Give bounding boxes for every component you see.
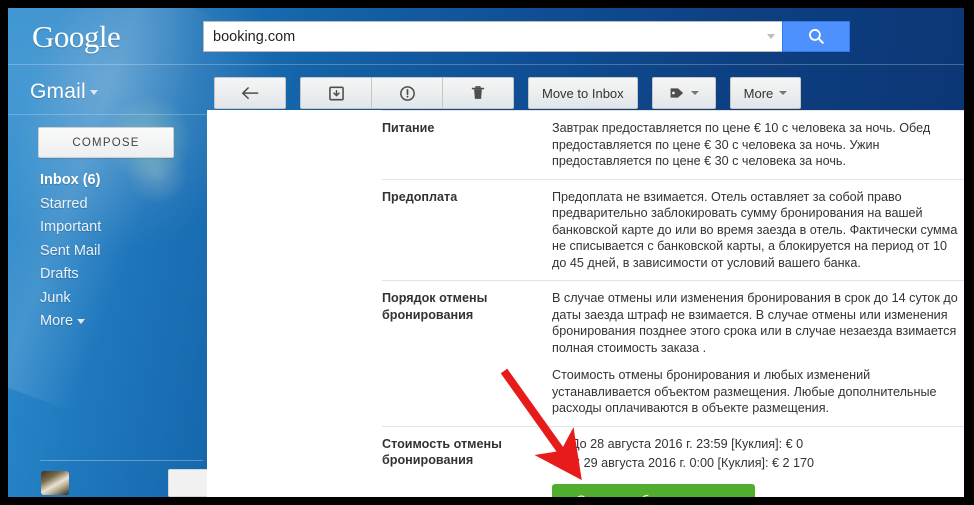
search-bar xyxy=(203,21,850,52)
google-logo: Google xyxy=(32,19,121,54)
message-details-table: Питание Завтрак предоставляется по цене … xyxy=(382,110,964,497)
back-arrow-icon xyxy=(241,86,258,99)
sidebar-item-more[interactable]: More xyxy=(40,310,101,334)
sidebar-item-label: Inbox (6) xyxy=(40,172,101,188)
chevron-down-icon[interactable] xyxy=(760,22,782,51)
compose-button-label: COMPOSE xyxy=(72,136,140,149)
chevron-down-icon xyxy=(89,89,98,95)
row-paragraph: Завтрак предоставляется по цене € 10 с ч… xyxy=(552,121,931,168)
toolbar-action-group xyxy=(300,77,514,109)
table-row: Порядок отмены бронирования В случае отм… xyxy=(382,280,964,426)
search-input-container[interactable] xyxy=(203,21,782,52)
delete-button[interactable] xyxy=(443,77,514,109)
more-button[interactable]: More xyxy=(729,77,802,109)
sidebar-item-label: Starred xyxy=(40,195,88,212)
sidebar-item-important[interactable]: Important xyxy=(40,216,101,240)
labels-button[interactable] xyxy=(651,77,716,109)
screenshot-root: Google Gmail xyxy=(0,0,974,505)
cancellation-cost-list: До 28 августа 2016 г. 23:59 [Куклия]: € … xyxy=(552,436,964,472)
row-body: Завтрак предоставляется по цене € 10 с ч… xyxy=(552,120,964,170)
sidebar-item-label: Important xyxy=(40,219,102,235)
label-tag-icon xyxy=(670,88,683,98)
message-body: Питание Завтрак предоставляется по цене … xyxy=(207,110,964,497)
table-row: Питание Завтрак предоставляется по цене … xyxy=(382,110,964,179)
sidebar-item-sent-mail[interactable]: Sent Mail xyxy=(40,240,101,264)
sidebar: COMPOSE Inbox (6) Starred Important Sent… xyxy=(8,115,216,497)
row-paragraph: Стоимость отмены бронирования и любых из… xyxy=(552,368,937,415)
row-label: Порядок отмены бронирования xyxy=(382,291,488,322)
top-bar-divider xyxy=(8,64,964,65)
more-button-label: More xyxy=(743,85,774,101)
list-item: До 28 августа 2016 г. 23:59 [Куклия]: € … xyxy=(571,436,964,453)
sidebar-item-inbox[interactable]: Inbox (6) xyxy=(40,169,101,193)
report-spam-icon xyxy=(399,85,415,101)
row-paragraph: Предоплата не взимается. Отель оставляет… xyxy=(552,189,958,270)
trash-icon xyxy=(471,86,485,99)
table-row-cancellation-cost: Стоимость отмены бронирования До 28 авгу… xyxy=(382,425,964,497)
sidebar-item-label: Junk xyxy=(40,289,71,306)
chevron-down-icon xyxy=(77,318,86,324)
cancel-booking-button[interactable]: Отменить бронь номера xyxy=(552,483,756,497)
sidebar-nav-list: Inbox (6) Starred Important Sent Mail Dr… xyxy=(40,169,101,334)
sidebar-item-starred[interactable]: Starred xyxy=(40,193,101,217)
chevron-down-icon xyxy=(690,91,699,95)
move-to-inbox-label: Move to Inbox xyxy=(542,85,624,101)
gmail-window: Google Gmail xyxy=(8,8,964,497)
chevron-down-icon xyxy=(779,91,788,95)
search-button[interactable] xyxy=(782,21,850,52)
sidebar-bottom-divider xyxy=(40,460,203,461)
search-input[interactable] xyxy=(204,23,760,50)
row-body: До 28 августа 2016 г. 23:59 [Куклия]: € … xyxy=(552,436,964,497)
sidebar-item-drafts[interactable]: Drafts xyxy=(40,263,101,287)
list-item: С 29 августа 2016 г. 0:00 [Куклия]: € 2 … xyxy=(571,455,964,472)
move-to-inbox-button[interactable]: Move to Inbox xyxy=(528,77,638,109)
sidebar-item-label: Sent Mail xyxy=(40,242,101,259)
sidebar-item-junk[interactable]: Junk xyxy=(40,287,101,311)
row-label: Предоплата xyxy=(382,189,458,204)
gmail-menu-label: Gmail xyxy=(30,80,86,103)
sidebar-item-label: More xyxy=(40,313,74,329)
avatar[interactable] xyxy=(41,471,69,495)
report-spam-button[interactable] xyxy=(372,77,443,109)
row-label: Питание xyxy=(382,121,435,135)
top-bar: Google xyxy=(8,8,964,64)
gmail-menu[interactable]: Gmail xyxy=(30,80,98,104)
table-row: Предоплата Предоплата не взимается. Отел… xyxy=(382,178,964,281)
search-icon xyxy=(808,29,824,44)
sidebar-item-label: Drafts xyxy=(40,266,79,282)
row-body: Предоплата не взимается. Отель оставляет… xyxy=(552,189,964,272)
back-button[interactable] xyxy=(214,77,286,109)
archive-box-icon xyxy=(328,86,344,100)
compose-button[interactable]: COMPOSE xyxy=(38,127,174,158)
row-paragraph: В случае отмены или изменения бронирован… xyxy=(552,291,958,355)
row-label: Стоимость отмены бронирования xyxy=(382,436,502,468)
archive-button[interactable] xyxy=(300,77,372,109)
row-body: В случае отмены или изменения бронирован… xyxy=(552,290,964,417)
